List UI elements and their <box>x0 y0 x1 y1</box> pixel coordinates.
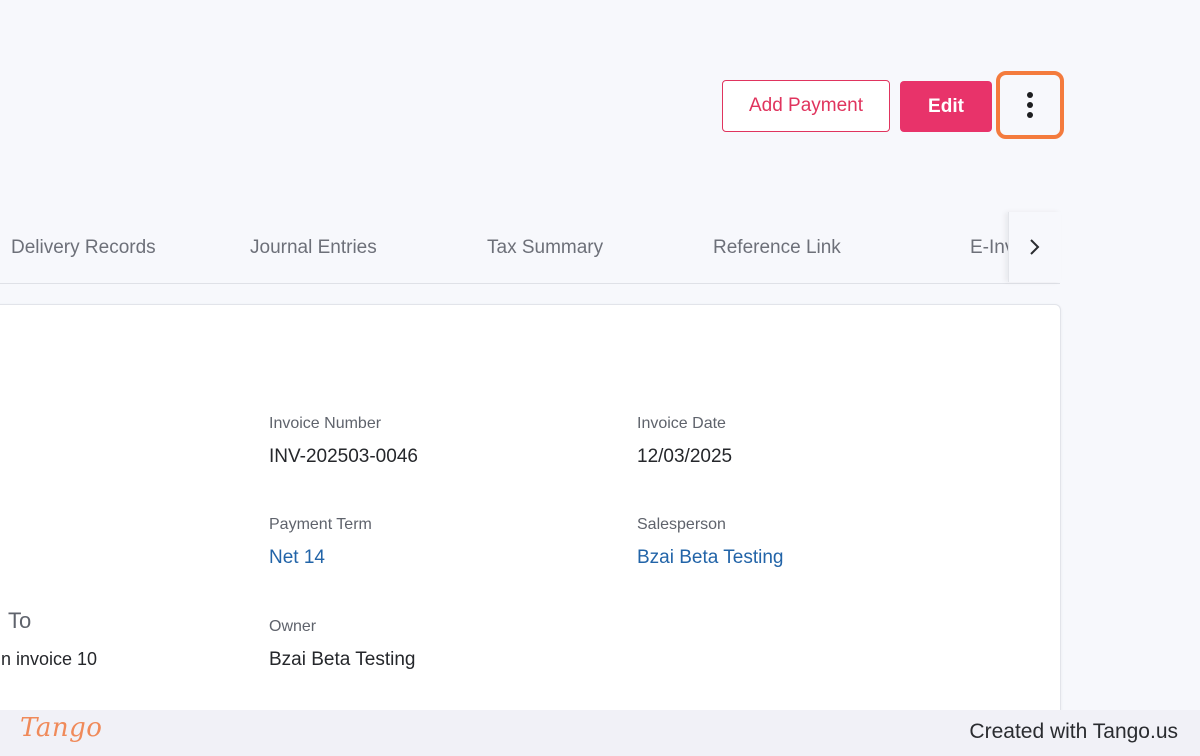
tab-e-invoice-clip: E-Inv <box>970 212 1008 283</box>
add-payment-button[interactable]: Add Payment <box>722 80 890 132</box>
tab-bar: Delivery Records Journal Entries Tax Sum… <box>0 212 1060 284</box>
owner-label: Owner <box>269 618 317 635</box>
tango-footer: Tango Created with Tango.us <box>0 710 1200 756</box>
more-options-button[interactable] <box>1004 79 1056 131</box>
invoice-number-label: Invoice Number <box>269 415 382 432</box>
tab-e-invoice[interactable]: E-Inv <box>970 212 1008 283</box>
edit-button[interactable]: Edit <box>900 81 992 132</box>
bill-to-heading-fragment: To <box>8 608 32 633</box>
invoice-date-value: 12/03/2025 <box>637 446 733 467</box>
tab-delivery-records[interactable]: Delivery Records <box>11 212 156 283</box>
footer-credit-text: Created with Tango.us <box>969 720 1178 743</box>
tab-scroll-right-button[interactable] <box>1008 212 1061 282</box>
owner-value: Bzai Beta Testing <box>269 649 416 670</box>
invoice-detail-page: Add Payment Edit Delivery Records Journa… <box>0 0 1200 756</box>
tab-journal-entries[interactable]: Journal Entries <box>250 212 377 283</box>
chevron-right-icon <box>1030 239 1040 255</box>
tab-reference-link[interactable]: Reference Link <box>713 212 841 283</box>
tab-tax-summary[interactable]: Tax Summary <box>487 212 603 283</box>
invoice-details-card: Invoice Number INV-202503-0046 Invoice D… <box>0 304 1061 756</box>
salesperson-label: Salesperson <box>637 516 726 533</box>
tango-logo: Tango <box>20 713 103 743</box>
invoice-date-label: Invoice Date <box>637 415 726 432</box>
payment-term-label: Payment Term <box>269 516 372 533</box>
address-text-fragment: n invoice 10 <box>1 649 98 669</box>
vertical-ellipsis-icon <box>1027 92 1033 118</box>
salesperson-link[interactable]: Bzai Beta Testing <box>637 547 783 569</box>
payment-term-link[interactable]: Net 14 <box>269 547 325 569</box>
invoice-number-value: INV-202503-0046 <box>269 446 418 467</box>
